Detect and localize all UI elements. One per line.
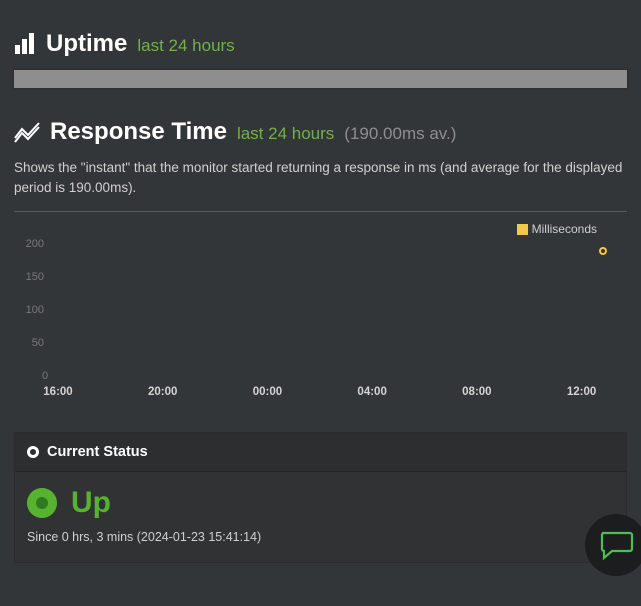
current-status-title: Current Status [47,444,148,460]
y-tick: 150 [18,271,44,283]
y-tick: 50 [18,337,44,349]
current-status-card: Current Status Up Since 0 hrs, 3 mins (2… [14,432,627,563]
response-time-description: Shows the "instant" that the monitor sta… [14,158,627,197]
status-indicator-icon [27,488,57,518]
y-tick: 200 [18,238,44,250]
status-row: Up [27,486,614,520]
response-time-subtitle: last 24 hours [237,124,334,144]
status-since: Since 0 hrs, 3 mins (2024-01-23 15:41:14… [27,530,614,544]
record-icon [27,446,39,458]
x-tick: 16:00 [43,386,72,398]
bar-chart-icon [14,33,36,55]
response-time-chart[interactable]: Milliseconds 0 50 100 150 200 16:00 20:00 00:0… [14,218,627,406]
x-tick: 08:00 [462,386,491,398]
current-status-header: Current Status [15,433,626,472]
uptime-title: Uptime [46,30,127,58]
response-time-heading: Response Time last 24 hours (190.00ms av… [0,118,641,146]
chart-legend: Milliseconds [14,218,627,238]
x-tick: 04:00 [357,386,386,398]
legend-swatch [517,224,528,235]
y-tick-zero: 0 [42,370,48,382]
trend-icon [14,121,40,143]
y-tick: 100 [18,304,44,316]
response-time-avg: (190.00ms av.) [344,124,456,144]
divider [14,211,627,212]
x-tick: 12:00 [567,386,596,398]
chart-datapoint[interactable] [599,247,607,255]
response-time-title: Response Time [50,118,227,146]
uptime-bar[interactable] [14,70,627,88]
legend-label: Milliseconds [532,222,597,236]
chat-button[interactable] [585,514,641,576]
x-tick: 20:00 [148,386,177,398]
status-value: Up [71,486,111,520]
uptime-heading: Uptime last 24 hours [0,30,641,58]
chat-icon [598,529,634,561]
uptime-subtitle: last 24 hours [137,36,234,56]
x-tick: 00:00 [253,386,282,398]
